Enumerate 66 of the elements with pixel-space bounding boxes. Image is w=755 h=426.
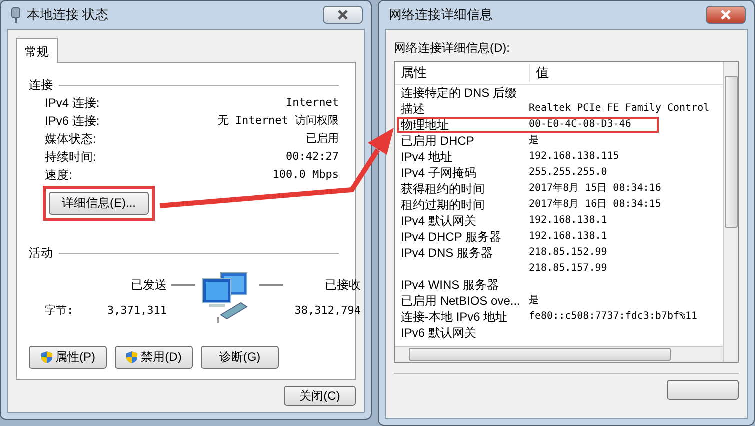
value-cell: 192.168.138.1 xyxy=(529,231,608,243)
value-cell: 是 xyxy=(529,135,539,147)
value-cell: Realtek PCIe FE Family Control xyxy=(529,103,710,115)
plug-icon xyxy=(11,7,21,23)
field-value: 00:42:27 xyxy=(286,149,339,165)
value-cell: 2017年8月 16日 08:34:15 xyxy=(529,199,662,211)
tab[interactable]: 常规 xyxy=(16,38,58,63)
field-label: IPv4 连接: xyxy=(45,95,100,112)
field-label: 速度: xyxy=(45,167,72,184)
property-cell-text: IPv4 默认网关 xyxy=(400,215,478,227)
field-label: 持续时间: xyxy=(45,149,96,166)
property-cell-text: 已启用 NetBIOS ove... xyxy=(400,295,522,307)
close-button[interactable]: 关闭(C) xyxy=(284,386,356,406)
action-button[interactable]: 禁用(D) xyxy=(115,346,193,369)
property-cell-text: IPv4 DHCP 服务器 xyxy=(400,231,502,243)
sent-label: 已发送 xyxy=(130,276,167,294)
value-cell: 是 xyxy=(529,295,539,307)
details-button[interactable]: 详细信息(E)... xyxy=(49,192,149,215)
property-cell-text: 已启用 DHCP xyxy=(400,135,476,147)
bytes-label: 字节: xyxy=(44,302,75,318)
property-cell-text: IPv4 DNS 服务器 xyxy=(400,247,494,259)
window-title: 本地连接 状态 xyxy=(27,6,110,24)
property-cell-text: 租约过期的时间 xyxy=(400,199,486,211)
section-heading: 活动 xyxy=(29,245,53,262)
column-header[interactable]: 属性 xyxy=(395,64,530,82)
field-value: 无 Internet 访问权限 xyxy=(218,113,339,129)
property-cell-text: IPv6 默认网关 xyxy=(400,327,478,339)
list-label: 网络连接详细信息(D): xyxy=(394,40,511,57)
column-header[interactable]: 值 xyxy=(530,64,549,82)
section-heading: 连接 xyxy=(29,77,53,94)
window-title: 网络连接详细信息 xyxy=(389,6,494,24)
close-button[interactable] xyxy=(706,6,746,24)
property-cell-text: IPv4 地址 xyxy=(400,151,454,163)
value-cell: 218.85.152.99 xyxy=(529,247,608,259)
bytes-sent: 3,371,311 xyxy=(106,304,167,316)
value-cell: 218.85.157.99 xyxy=(529,263,608,275)
shield-icon xyxy=(40,351,52,364)
field-value: 已启用 xyxy=(306,131,339,147)
value-cell: 00-E0-4C-08-D3-46 xyxy=(529,119,632,131)
received-label: 已接收 xyxy=(324,276,361,294)
bytes-received: 38,312,794 xyxy=(294,304,361,316)
close-button[interactable] xyxy=(323,6,363,24)
property-cell-text: IPv4 子网掩码 xyxy=(400,167,478,179)
property-cell-text: 描述 xyxy=(400,103,426,115)
property-cell-text: 获得租约的时间 xyxy=(400,183,486,195)
property-cell-text: 连接-本地 IPv6 地址 xyxy=(400,311,509,323)
value-cell: fe80::c508:7737:fdc3:b7bf%11 xyxy=(529,311,698,323)
vertical-scrollbar[interactable] xyxy=(723,62,738,362)
property-cell-text: 连接特定的 DNS 后缀 xyxy=(400,87,518,99)
value-cell: 255.255.255.0 xyxy=(529,167,608,179)
field-label: 媒体状态: xyxy=(45,131,96,148)
action-button[interactable]: 诊断(G) xyxy=(201,346,279,369)
shield-icon xyxy=(126,351,138,364)
close-button[interactable] xyxy=(667,380,739,400)
value-cell: 2017年8月 15日 08:34:16 xyxy=(529,183,662,195)
property-cell-text: 物理地址 xyxy=(400,119,450,131)
field-label: IPv6 连接: xyxy=(45,113,100,130)
field-value: 100.0 Mbps xyxy=(272,167,339,183)
value-cell: 192.168.138.115 xyxy=(529,151,620,163)
property-cell-text: IPv4 WINS 服务器 xyxy=(400,279,500,291)
value-cell: 192.168.138.1 xyxy=(529,215,608,227)
close-icon xyxy=(720,10,732,20)
field-value: Internet xyxy=(286,95,339,111)
horizontal-scrollbar[interactable] xyxy=(395,346,723,362)
action-button[interactable]: 属性(P) xyxy=(29,346,107,369)
close-icon xyxy=(337,10,349,20)
